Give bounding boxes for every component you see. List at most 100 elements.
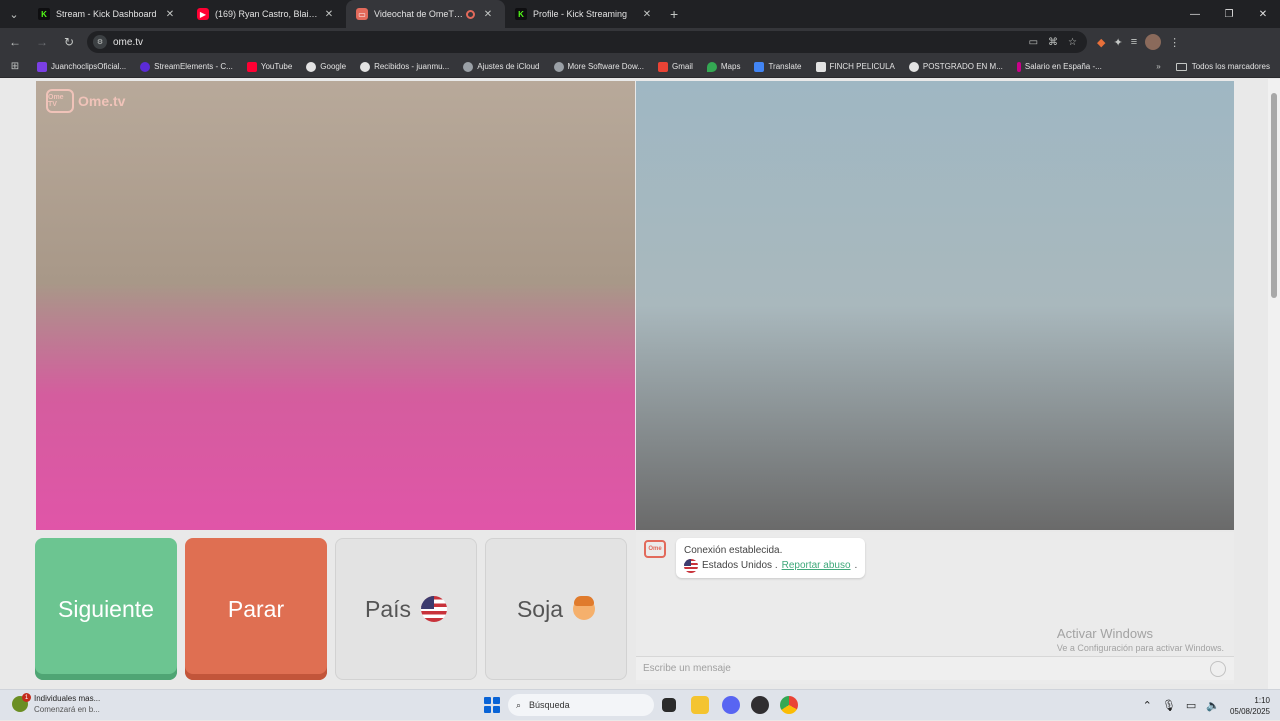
bookmark-item[interactable]: YouTube <box>240 61 299 72</box>
close-window-icon[interactable]: ✕ <box>1246 0 1280 28</box>
close-icon[interactable]: ✕ <box>322 9 336 20</box>
restore-icon[interactable]: ❐ <box>1212 0 1246 28</box>
cast-icon[interactable]: ▭ <box>1029 37 1038 48</box>
obs-icon[interactable] <box>751 696 769 714</box>
ometv-logo: Ome TV Ome.tv <box>46 89 125 113</box>
bookmark-favicon-icon <box>37 61 47 72</box>
url-text: ome.tv <box>113 36 144 48</box>
bookmark-star-icon[interactable]: ☆ <box>1068 37 1077 48</box>
page-scrollbar[interactable] <box>1268 79 1280 689</box>
bookmark-item[interactable]: Recibidos - juanmu... <box>353 61 456 72</box>
bookmark-label: Ajustes de iCloud <box>477 62 540 71</box>
bookmark-item[interactable]: Google <box>299 61 353 72</box>
bookmark-item[interactable]: JuanchoclipsOficial... <box>30 61 133 72</box>
system-message: Conexión establecida. Estados Unidos . R… <box>676 538 866 578</box>
profile-avatar[interactable] <box>1145 34 1162 50</box>
bookmark-item[interactable]: Salario en España -... <box>1010 61 1109 72</box>
tab-strip: ⌄ K Stream - Kick Dashboard ✕ ▶ (169) Ry… <box>0 0 1280 28</box>
bookmark-label: Gmail <box>671 62 693 71</box>
ometv-logo-text: Ome.tv <box>78 93 126 109</box>
system-tray: ⌃ 🎙 ▭ 🔈 1:10 05/08/2025 <box>1143 690 1280 721</box>
address-bar[interactable]: ⚙ ome.tv ▭ ⌘ ☆ <box>87 31 1087 53</box>
ometv-page: Ome TV Ome.tv Siguiente Parar País Soja … <box>0 79 1280 689</box>
window-controls: — ❐ ✕ <box>1178 0 1280 28</box>
bookmark-item[interactable]: Gmail <box>651 61 700 72</box>
watermark-title: Activar Windows <box>1056 626 1153 641</box>
discord-icon[interactable] <box>722 696 740 714</box>
message-input[interactable]: Escribe un mensaje <box>636 656 1234 680</box>
task-view-icon[interactable] <box>662 698 676 712</box>
tab-title: Stream - Kick Dashboard <box>56 9 157 19</box>
connection-status: Conexión establecida. <box>684 545 783 556</box>
partner-country: Estados Unidos . <box>702 560 778 571</box>
bookmark-item[interactable]: Ajustes de iCloud <box>456 61 546 72</box>
windows-start-icon[interactable] <box>484 697 500 713</box>
tab-kick-dashboard[interactable]: K Stream - Kick Dashboard ✕ <box>28 0 187 28</box>
minimize-icon[interactable]: — <box>1178 0 1212 28</box>
new-tab-plus-icon[interactable]: + <box>670 6 678 22</box>
next-button[interactable]: Siguiente <box>35 538 177 680</box>
taskbar-notification[interactable]: Individuales mas... Comenzará en b... <box>12 693 100 715</box>
boy-emoji-icon <box>573 596 596 620</box>
taskbar-search[interactable]: ⌕ Búsqueda <box>508 694 654 716</box>
apple-icon <box>553 61 564 72</box>
reload-icon[interactable]: ↻ <box>57 30 81 54</box>
bookmark-item[interactable]: FINCH PELICULA <box>809 61 902 72</box>
google-icon <box>306 61 317 72</box>
gmail-icon <box>657 61 668 72</box>
bookmark-label: Translate <box>768 62 802 71</box>
notification-title: Individuales mas... <box>34 694 101 703</box>
tray-chevron-icon[interactable]: ⌃ <box>1143 699 1152 712</box>
menu-kebab-icon[interactable]: ⋮ <box>1169 36 1180 49</box>
chrome-icon[interactable] <box>780 696 798 714</box>
forward-arrow-icon[interactable]: → <box>30 30 54 54</box>
report-abuse-link[interactable]: Reportar abuso <box>782 558 851 573</box>
taskbar-clock[interactable]: 1:10 05/08/2025 <box>1230 695 1270 717</box>
bookmark-item[interactable]: Maps <box>700 61 748 72</box>
close-icon[interactable]: ✕ <box>640 9 654 20</box>
windows-activation-watermark: Activar Windows Ve a Configuración para … <box>1057 626 1224 653</box>
extension-fox-icon[interactable]: ◆ <box>1097 36 1105 49</box>
bookmark-item[interactable]: StreamElements - C... <box>133 61 240 72</box>
youtube-icon <box>246 61 257 72</box>
tab-kick-profile[interactable]: K Profile - Kick Streaming ✕ <box>505 0 664 28</box>
file-explorer-icon[interactable] <box>691 696 709 714</box>
country-button[interactable]: País <box>335 538 477 680</box>
notification-app-icon <box>12 693 31 712</box>
bookmark-item[interactable]: More Software Dow... <box>547 61 651 72</box>
kick-icon: K <box>515 8 527 20</box>
bookmark-label: StreamElements - C... <box>154 62 233 71</box>
translate-icon[interactable]: ⌘ <box>1048 37 1058 48</box>
apps-grid-icon[interactable]: ⊞ <box>0 61 30 72</box>
ometv-icon: ▭ <box>356 8 368 20</box>
site-info-icon[interactable]: ⚙ <box>93 35 107 49</box>
bookmark-label: Recibidos - juanmu... <box>374 62 450 71</box>
close-icon[interactable]: ✕ <box>163 9 177 20</box>
more-bookmarks-chevron-icon[interactable]: » <box>1148 62 1168 71</box>
bookmark-item[interactable]: POSTGRADO EN M... <box>902 61 1010 72</box>
report-suffix: . <box>854 560 858 571</box>
back-arrow-icon[interactable]: ← <box>3 30 27 54</box>
network-icon[interactable]: ▭ <box>1186 699 1196 712</box>
scrollbar-thumb[interactable] <box>1271 93 1277 298</box>
all-bookmarks-folder[interactable]: Todos los marcadores <box>1169 62 1280 71</box>
tab-ometv[interactable]: ▭ Videochat de OmeTV: una ✕ <box>346 0 505 28</box>
bookmark-label: More Software Dow... <box>567 62 644 71</box>
browser-toolbar: ← → ↻ ⚙ ome.tv ▭ ⌘ ☆ ◆ ✦ ≡ ⋮ <box>0 28 1280 56</box>
extensions-puzzle-icon[interactable]: ✦ <box>1113 36 1122 49</box>
tab-title: (169) Ryan Castro, Blaiz Fayah x <box>215 9 322 19</box>
tab-youtube[interactable]: ▶ (169) Ryan Castro, Blaiz Fayah x ✕ <box>187 0 346 28</box>
stop-button[interactable]: Parar <box>185 538 327 680</box>
emoji-icon[interactable] <box>1210 661 1226 677</box>
tab-search-chevron-icon[interactable]: ⌄ <box>0 0 28 28</box>
bookmark-favicon-icon <box>1016 61 1021 72</box>
microphone-icon[interactable]: 🎙 <box>1162 699 1176 712</box>
bookmark-label: YouTube <box>260 62 293 71</box>
bookmark-favicon-icon <box>140 61 151 72</box>
gender-button[interactable]: Soja <box>485 538 627 680</box>
google-icon <box>360 61 371 72</box>
close-icon[interactable]: ✕ <box>481 9 495 20</box>
media-control-icon[interactable]: ≡ <box>1131 36 1137 48</box>
volume-icon[interactable]: 🔈 <box>1206 699 1220 712</box>
bookmark-item[interactable]: Translate <box>747 61 808 72</box>
